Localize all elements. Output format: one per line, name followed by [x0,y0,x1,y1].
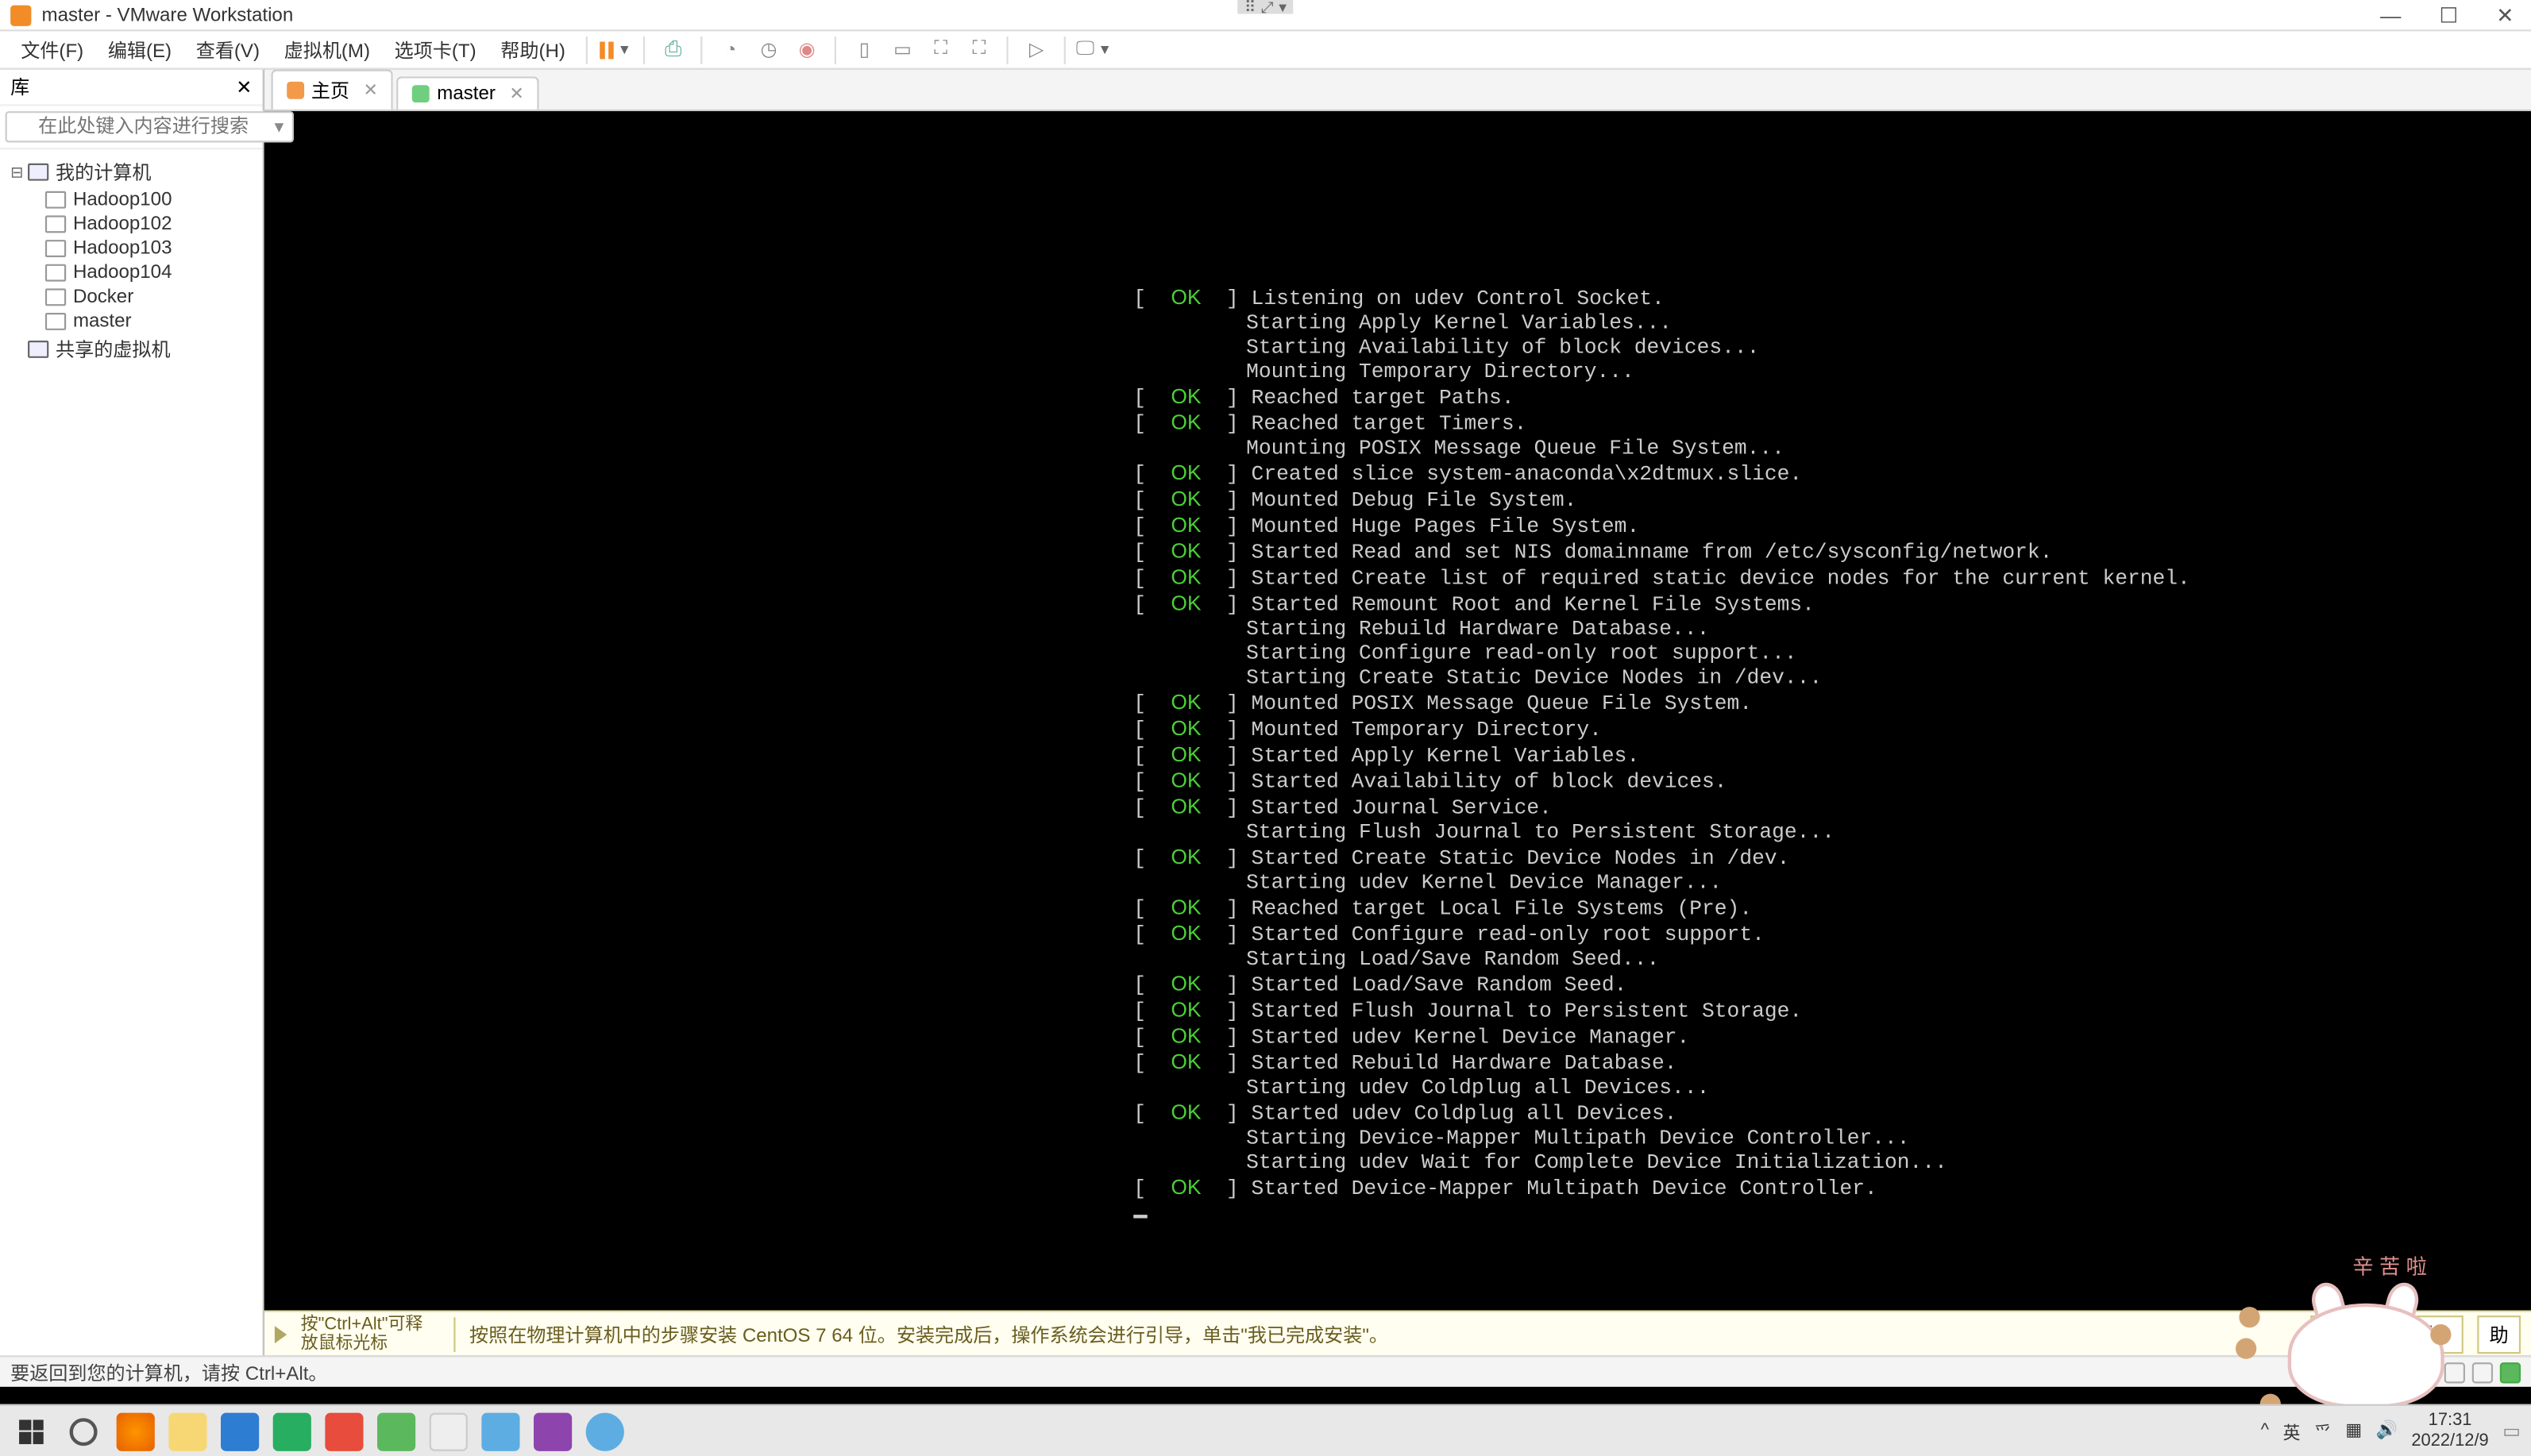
device-icon[interactable] [2417,1362,2437,1382]
taskbar-app-firefox[interactable] [114,1410,156,1452]
sidebar-close-button[interactable]: ✕ [236,75,252,98]
vm-icon [45,191,66,209]
vm-icon [45,288,66,306]
toolbar-play-button[interactable]: ▷ [1019,34,1054,65]
desktop-top-handle: ⠿⤢▾ [1237,0,1294,14]
vm-console[interactable]: [ OK ] Listening on udev Control Socket.… [264,111,2531,1310]
vm-icon [45,240,66,257]
tree-shared-vms[interactable]: 共享的虚拟机 [3,333,259,364]
install-done-button[interactable]: 我已完成安装 [2310,1315,2463,1353]
close-tab-icon[interactable]: ✕ [509,84,523,103]
status-bar: 要返回到您的计算机，请按 Ctrl+Alt。 [0,1355,2531,1386]
tray-clock[interactable]: 17:31 2022/12/9 [2411,1410,2488,1452]
taskbar-app-5[interactable] [427,1410,469,1452]
vm-icon [45,313,66,330]
vm-icon [45,215,66,233]
search-icon [70,1417,98,1445]
taskbar-app-2[interactable] [271,1410,313,1452]
tree-item-vm[interactable]: Hadoop102 [3,212,259,237]
tab-master[interactable]: master ✕ [397,76,540,110]
taskbar-app-explorer[interactable] [167,1410,209,1452]
start-button[interactable] [10,1410,52,1452]
sidebar-title: 库 [10,73,29,101]
tab-home[interactable]: 主页 ✕ [271,70,393,110]
menu-file[interactable]: 文件(F) [10,32,94,67]
menu-tabs[interactable]: 选项卡(T) [384,32,487,67]
share-icon [28,341,48,358]
device-icon[interactable] [2500,1362,2521,1382]
vm-tabs: 主页 ✕ master ✕ [264,70,2531,112]
tree-item-vm[interactable]: Docker [3,285,259,310]
tray-notifications-icon[interactable]: ▭ [2502,1419,2521,1442]
tray-network-icon[interactable]: ▦ [2345,1422,2362,1441]
search-dropdown-icon[interactable]: ▼ [272,118,287,136]
vm-icon [413,85,430,102]
taskbar-app-6[interactable] [480,1410,522,1452]
close-tab-icon[interactable]: ✕ [364,81,378,100]
library-sidebar: 库 ✕ 🔍 ▼ ⊟ 我的计算机 Hadoop100Hadoop102Hadoop… [0,70,264,1356]
tray-ime-lang[interactable]: 英 [2283,1418,2301,1444]
play-icon [275,1325,287,1342]
device-icon[interactable] [2305,1362,2326,1382]
menu-help[interactable]: 帮助(H) [490,32,576,67]
menubar: 文件(F) 编辑(E) 查看(V) 虚拟机(M) 选项卡(T) 帮助(H) ▼ … [0,31,2531,69]
toolbar-screen-button[interactable]: 🖵▼ [1076,34,1111,65]
vm-tree: ⊟ 我的计算机 Hadoop100Hadoop102Hadoop103Hadoo… [0,149,263,372]
search-button[interactable] [63,1410,105,1452]
help-button[interactable]: 助 [2477,1315,2521,1353]
chevron-down-icon[interactable]: ▼ [618,42,631,58]
device-icon[interactable] [2389,1362,2409,1382]
vm-icon [45,264,66,282]
toolbar-btn-1[interactable]: ⎙ [656,34,691,65]
maximize-button[interactable]: ☐ [2433,2,2465,27]
app-icon [10,4,31,25]
toolbar-view-1[interactable]: ▯ [847,34,882,65]
device-icon[interactable] [2361,1362,2382,1382]
toolbar-btn-4[interactable]: ◉ [789,34,824,65]
toolbar-btn-3[interactable]: ◷ [751,34,786,65]
tree-item-vm[interactable]: Hadoop104 [3,260,259,285]
home-icon [287,82,304,99]
pause-vm-button[interactable]: ▼ [598,34,633,65]
tree-item-vm[interactable]: master [3,310,259,334]
taskbar-app-8[interactable] [585,1410,627,1452]
toolbar-view-2[interactable]: ▭ [885,34,920,65]
tree-item-vm[interactable]: Hadoop103 [3,237,259,261]
taskbar-app-1[interactable] [219,1410,261,1452]
tray-ime-mode[interactable]: 爫 [2314,1418,2332,1444]
library-search-input[interactable] [6,111,294,142]
menu-view[interactable]: 查看(V) [186,32,271,67]
tree-item-vm[interactable]: Hadoop100 [3,187,259,212]
taskbar-app-3[interactable] [323,1410,365,1452]
toolbar-btn-2[interactable]: ◔ [713,34,748,65]
windows-icon [19,1419,44,1443]
toolbar-view-3[interactable]: ⛶ [924,34,959,65]
device-icon[interactable] [2472,1362,2493,1382]
menu-vm[interactable]: 虚拟机(M) [274,32,381,67]
taskbar-app-4[interactable] [376,1410,418,1452]
device-icon[interactable] [2444,1362,2465,1382]
computer-icon [28,164,48,181]
menu-edit[interactable]: 编辑(E) [98,32,183,67]
windows-taskbar: ^ 英 爫 ▦ 🔊 17:31 2022/12/9 ▭ [0,1404,2531,1456]
pause-icon [600,40,615,58]
tray-chevron-icon[interactable]: ^ [2261,1422,2269,1441]
install-message: 按照在物理计算机中的步骤安装 CentOS 7 64 位。安装完成后，操作系统会… [469,1320,2297,1348]
system-tray[interactable]: ^ 英 爫 ▦ 🔊 17:31 2022/12/9 ▭ [2261,1410,2521,1452]
taskbar-app-7[interactable] [532,1410,574,1452]
toolbar-view-4[interactable]: ⛶ [962,34,997,65]
minimize-button[interactable]: — [2373,2,2408,27]
tree-root-mycomputer[interactable]: ⊟ 我的计算机 [3,156,259,187]
device-icon[interactable] [2333,1362,2354,1382]
window-title: master - VMware Workstation [42,4,2374,25]
ctrl-alt-hint: 按"Ctrl+Alt"可释放鼠标光标 [301,1315,440,1353]
collapse-icon[interactable]: ⊟ [10,163,28,182]
status-text: 要返回到您的计算机，请按 Ctrl+Alt。 [10,1358,327,1386]
tray-volume-icon[interactable]: 🔊 [2376,1422,2398,1441]
close-button[interactable]: ✕ [2490,2,2521,27]
install-info-bar: 按"Ctrl+Alt"可释放鼠标光标 按照在物理计算机中的步骤安装 CentOS… [264,1311,2531,1356]
